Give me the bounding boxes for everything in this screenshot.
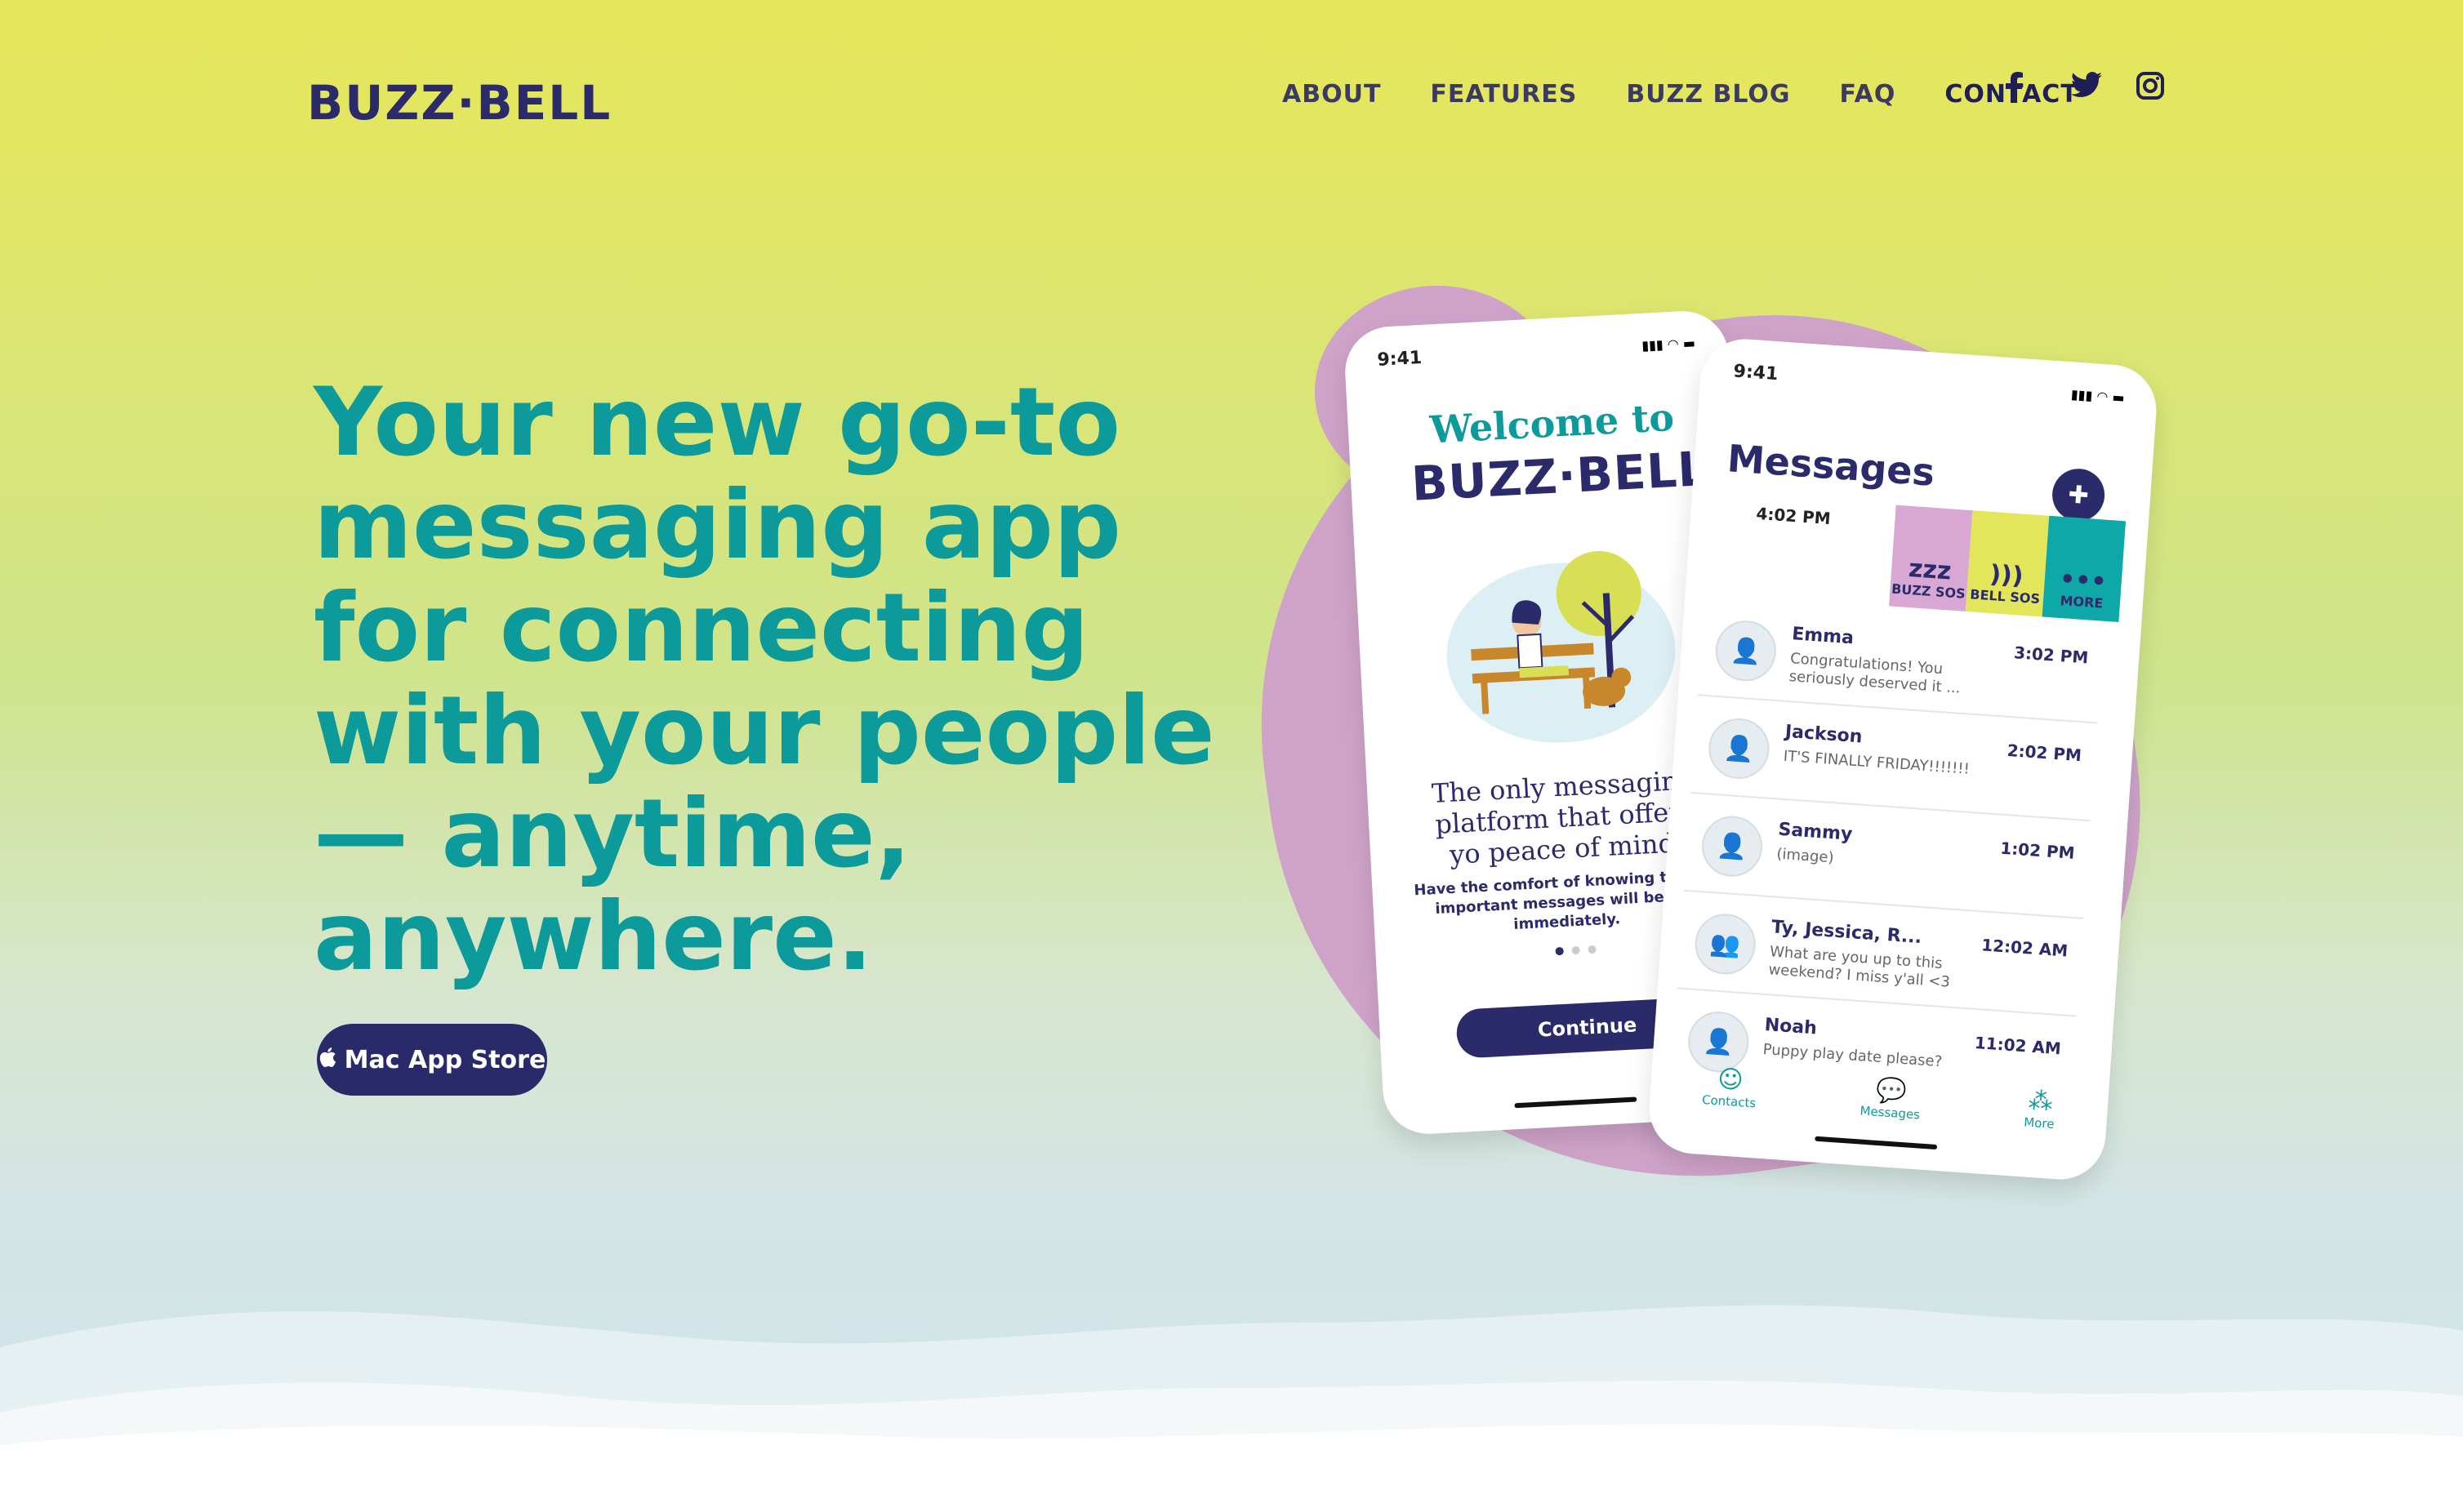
message-time: 1:02 PM <box>1999 838 2076 863</box>
instagram-icon[interactable] <box>2136 72 2166 101</box>
tab-label: More <box>2023 1114 2055 1132</box>
buzz-sos-action[interactable]: zzz BUZZ SOS <box>1889 505 1973 611</box>
more-icon: ⁂ <box>2027 1086 2054 1117</box>
store-label: Mac App Store <box>344 1045 546 1074</box>
home-indicator <box>1815 1136 1938 1150</box>
message-time: 3:02 PM <box>2013 643 2090 668</box>
avatar-icon: 👤 <box>1713 618 1779 683</box>
message-time: 12:02 AM <box>1980 935 2069 961</box>
tab-messages[interactable]: 💬 Messages <box>1859 1074 1922 1122</box>
sos-label: BELL SOS <box>1969 586 2041 607</box>
message-preview: Congratulations! You seriously deserved … <box>1788 650 1962 697</box>
home-indicator <box>1514 1096 1637 1109</box>
messages-phone: 9:41 ▮▮▮ ◠ ▬ Messages ✚ 4:02 PM zzz BUZZ… <box>1646 336 2160 1183</box>
bell-icon: ))) <box>1989 559 2024 591</box>
phone-mockups: 9:41 ▮▮▮ ◠ ▬ Welcome to BUZZ·BELL The on… <box>1210 270 2187 1232</box>
nav-about[interactable]: ABOUT <box>1282 80 1381 109</box>
message-preview: (image) <box>1775 845 1835 867</box>
contacts-icon: ☺ <box>1717 1064 1744 1095</box>
messages-title: Messages <box>1726 436 1936 495</box>
compose-icon[interactable]: ✚ <box>2050 467 2107 523</box>
page-dot[interactable] <box>1571 945 1580 955</box>
contact-name: Noah <box>1764 1015 1818 1039</box>
nav-features[interactable]: FEATURES <box>1430 80 1577 109</box>
signal-icons: ▮▮▮ ◠ ▬ <box>1641 335 1696 354</box>
message-time: 2:02 PM <box>2006 740 2082 766</box>
headline-line: Your new go-to <box>314 367 1121 478</box>
brand-logo[interactable]: BUZZ·BELL <box>307 75 612 131</box>
contact-name: Jackson <box>1784 721 1864 748</box>
tab-label: Messages <box>1859 1102 1921 1123</box>
social-links <box>2006 72 2166 103</box>
twitter-icon[interactable] <box>2070 72 2102 101</box>
page-dots <box>1555 945 1597 956</box>
signal-icons: ▮▮▮ ◠ ▬ <box>2070 386 2126 406</box>
contact-name: Ty, Jessica, R... <box>1770 917 1922 949</box>
contact-name: Emma <box>1791 624 1855 649</box>
message-preview: What are you up to this weekend? I miss … <box>1767 943 1951 991</box>
nav-buzz-blog[interactable]: BUZZ BLOG <box>1626 80 1790 109</box>
headline-line: anywhere. <box>314 882 873 992</box>
status-time: 9:41 <box>1376 347 1423 371</box>
headline-line: — anytime, <box>314 779 911 889</box>
welcome-title: Welcome to <box>1428 394 1676 452</box>
apple-icon <box>318 1047 336 1074</box>
headline-line: messaging app <box>314 470 1122 580</box>
hero-headline: Your new go-to messaging app for connect… <box>314 371 1277 989</box>
wave-divider <box>0 1305 2463 1512</box>
more-dots-icon: ••• <box>2058 564 2108 597</box>
messages-icon: 💬 <box>1875 1075 1908 1106</box>
page-dot[interactable] <box>1588 945 1597 954</box>
mac-app-store-button[interactable]: Mac App Store <box>317 1024 547 1096</box>
tab-contacts[interactable]: ☺ Contacts <box>1702 1063 1759 1110</box>
page-dot[interactable] <box>1555 946 1564 956</box>
status-time: 9:41 <box>1732 361 1779 385</box>
bell-sos-action[interactable]: ))) BELL SOS <box>1965 510 2050 617</box>
welcome-logo: BUZZ·BELL <box>1410 440 1710 512</box>
top-nav: BUZZ·BELL ABOUT FEATURES BUZZ BLOG FAQ C… <box>0 0 2463 196</box>
headline-line: with your people <box>314 676 1215 786</box>
swipe-row-time: 4:02 PM <box>1755 503 1832 529</box>
group-avatar-icon: 👥 <box>1693 911 1758 976</box>
more-action[interactable]: ••• MORE <box>2042 515 2127 623</box>
facebook-icon[interactable] <box>2006 72 2035 103</box>
contact-name: Sammy <box>1777 819 1854 845</box>
buzz-icon: zzz <box>1907 554 1953 586</box>
message-time: 11:02 AM <box>1974 1033 2062 1059</box>
main-menu: ABOUT FEATURES BUZZ BLOG FAQ CONTACT <box>1282 80 2078 109</box>
avatar-icon: 👤 <box>1706 716 1771 781</box>
bench-illustration <box>1446 551 1676 743</box>
sos-label: MORE <box>2059 592 2104 611</box>
tab-label: Contacts <box>1701 1092 1757 1110</box>
message-preview: IT'S FINALLY FRIDAY!!!!!!! <box>1783 747 1971 778</box>
tab-more[interactable]: ⁂ More <box>2024 1086 2057 1131</box>
nav-faq[interactable]: FAQ <box>1840 80 1896 109</box>
headline-line: for connecting <box>314 573 1089 683</box>
sos-label: BUZZ SOS <box>1891 580 1966 602</box>
avatar-icon: 👤 <box>1699 814 1765 879</box>
